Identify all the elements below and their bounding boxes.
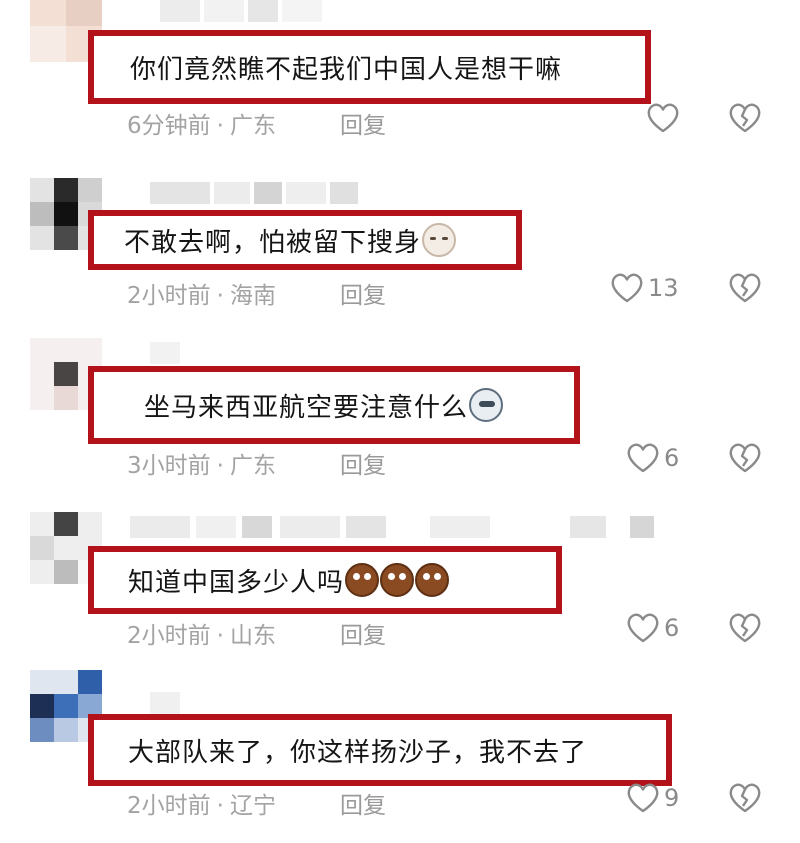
comment-text: 大部队来了，你这样扬沙子，我不去了 (128, 737, 588, 768)
comment-time: 3小时前 (127, 453, 211, 479)
comment-text: 不敢去啊，怕被留下搜身 (124, 227, 422, 258)
comment-text: 坐马来西亚航空要注意什么 (144, 392, 469, 423)
meta-separator: · (216, 623, 224, 649)
reply-button[interactable]: 回复 (340, 276, 386, 310)
like-count: 9 (664, 784, 680, 812)
comment-time: 2小时前 (127, 793, 211, 819)
cat-emoji (422, 223, 457, 257)
meta-separator: · (216, 793, 224, 819)
broken-heart-icon (729, 103, 761, 133)
comment-location: 广东 (229, 453, 276, 479)
meta-separator: · (216, 283, 224, 309)
heart-outline-icon (627, 613, 659, 643)
like-button[interactable]: 6 (626, 442, 679, 474)
comment-text-highlight: 大部队来了，你这样扬沙子，我不去了 (88, 714, 672, 786)
like-count: 13 (648, 274, 679, 302)
heart-outline-icon (647, 103, 679, 133)
reply-button[interactable]: 回复 (340, 446, 386, 480)
like-button[interactable]: 9 (626, 782, 679, 814)
comment-meta: 2小时前 · 辽宁 (127, 786, 276, 820)
comment-meta: 3小时前 · 广东 (127, 446, 276, 480)
comment-meta: 2小时前 · 海南 (127, 276, 276, 310)
comment-text: 知道中国多少人吗 (128, 567, 345, 598)
dislike-button[interactable] (728, 272, 762, 308)
meta-separator: · (216, 453, 224, 479)
shocked-face-emoji (380, 563, 415, 597)
dislike-button[interactable] (728, 102, 762, 138)
comment-time: 6分钟前 (127, 113, 211, 139)
comment-location: 山东 (229, 623, 276, 649)
meta-separator: · (216, 113, 224, 139)
heart-outline-icon (627, 443, 659, 473)
comment-time: 2小时前 (127, 623, 211, 649)
comment-text: 你们竟然瞧不起我们中国人是想干嘛 (130, 54, 563, 85)
broken-heart-icon (729, 273, 761, 303)
comment-location: 海南 (229, 283, 276, 309)
like-count: 6 (664, 614, 680, 642)
broken-heart-icon (729, 783, 761, 813)
comment-text-highlight: 知道中国多少人吗 (88, 546, 562, 614)
comment-text-highlight: 你们竟然瞧不起我们中国人是想干嘛 (88, 30, 651, 104)
shocked-face-emoji (345, 563, 380, 597)
comment-text-highlight: 坐马来西亚航空要注意什么 (88, 366, 580, 444)
dislike-button[interactable] (728, 782, 762, 818)
comment-time: 2小时前 (127, 283, 211, 309)
reply-button[interactable]: 回复 (340, 616, 386, 650)
dog-emoji (469, 388, 504, 422)
like-button[interactable]: 13 (610, 272, 679, 304)
heart-outline-icon (627, 783, 659, 813)
comment-meta: 2小时前 · 山东 (127, 616, 276, 650)
like-button[interactable] (646, 102, 684, 134)
heart-outline-icon (611, 273, 643, 303)
reply-button[interactable]: 回复 (340, 106, 386, 140)
shocked-face-emoji (415, 563, 450, 597)
like-count: 6 (664, 444, 680, 472)
comment-location: 广东 (229, 113, 276, 139)
reply-button[interactable]: 回复 (340, 786, 386, 820)
dislike-button[interactable] (728, 612, 762, 648)
broken-heart-icon (729, 443, 761, 473)
dislike-button[interactable] (728, 442, 762, 478)
broken-heart-icon (729, 613, 761, 643)
comment-text-highlight: 不敢去啊，怕被留下搜身 (88, 210, 522, 270)
comment-location: 辽宁 (229, 793, 276, 819)
like-button[interactable]: 6 (626, 612, 679, 644)
comment-meta: 6分钟前 · 广东 (127, 106, 276, 140)
